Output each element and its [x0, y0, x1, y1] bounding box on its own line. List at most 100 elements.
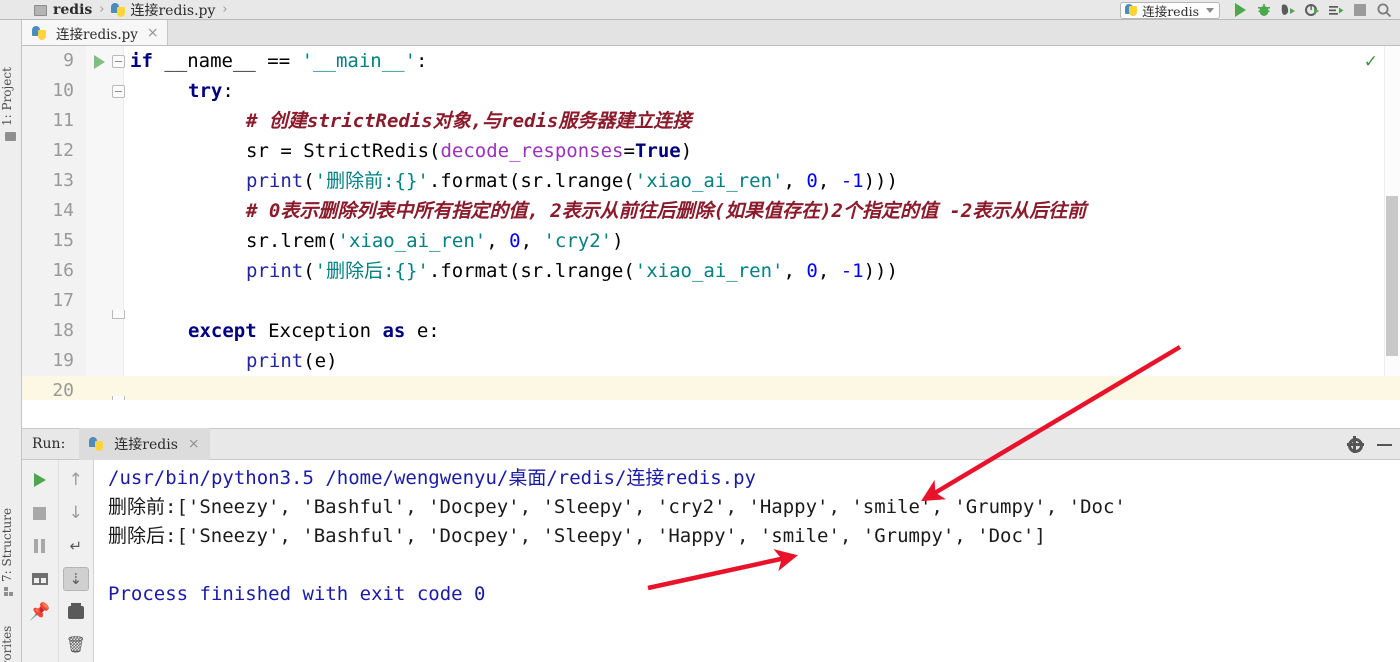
code-line[interactable]: 13 print('删除前:{}'.format(sr.lrange('xiao_… [22, 166, 1400, 196]
close-icon[interactable]: × [147, 25, 159, 41]
line-number: 20 [22, 376, 86, 400]
console-output[interactable]: /usr/bin/python3.5 /home/wengwenyu/桌面/re… [94, 460, 1400, 662]
run-tool-window: Run: 连接redis × 📌 ↑ ↓ ↵ ⇣ 🗑 /usr/bin/pyth… [22, 400, 1400, 662]
gear-icon[interactable] [1346, 436, 1364, 453]
run-configuration-label: 连接redis [1142, 3, 1199, 19]
play-icon [1234, 3, 1246, 17]
pin-icon: 📌 [29, 601, 51, 622]
profile-button[interactable] [1300, 0, 1324, 20]
rerun-button[interactable] [27, 468, 53, 492]
console-line: Process finished with exit code 0 [108, 583, 486, 605]
code-text: try: [188, 80, 234, 102]
sidebar-item-favorites[interactable]: Favorites [0, 606, 22, 662]
fold-toggle-if[interactable] [112, 55, 125, 68]
sidebar-item-structure[interactable]: 7: Structure [0, 472, 22, 582]
project-folder-icon [5, 132, 16, 141]
breadcrumb-project-label: redis [53, 1, 93, 18]
structure-icon [4, 586, 14, 596]
print-button[interactable] [63, 600, 89, 624]
code-line[interactable]: 10 try: [22, 76, 1400, 106]
left-tool-strip: 1: Project 7: Structure Favorites [0, 20, 22, 662]
line-number: 18 [22, 316, 86, 346]
fold-end-try [112, 310, 125, 319]
minimize-icon[interactable] [1377, 444, 1392, 446]
bug-icon [1258, 4, 1270, 16]
code-text: sr = StrictRedis(decode_responses=True) [246, 140, 693, 162]
search-button[interactable] [1372, 0, 1396, 20]
code-line[interactable]: 11 # 创建strictRedis对象,与redis服务器建立连接 [22, 106, 1400, 136]
run-tab[interactable]: 连接redis × [79, 428, 210, 460]
debug-button[interactable] [1252, 0, 1276, 20]
code-text: if __name__ == '__main__': [130, 50, 428, 72]
code-text: sr.lrem('xiao_ai_ren', 0, 'cry2') [246, 230, 624, 252]
line-number: 16 [22, 256, 86, 286]
scroll-to-end-icon: ⇣ [69, 569, 83, 588]
code-text: except Exception as e: [188, 320, 440, 342]
breadcrumb-file-label: 连接redis.py [130, 2, 216, 19]
run-window-header-actions [1346, 429, 1392, 461]
editor-tab-label: 连接redis.py [56, 26, 138, 43]
console-line: /usr/bin/python3.5 /home/wengwenyu/桌面/re… [108, 467, 756, 489]
play-icon [33, 473, 46, 487]
editor-tab[interactable]: 连接redis.py × [22, 20, 168, 45]
python-file-icon [32, 25, 46, 40]
stop-icon [1354, 4, 1366, 16]
code-line[interactable]: 17 [22, 286, 1400, 316]
run-coverage-button[interactable] [1276, 0, 1300, 20]
console-line: 删除后:['Sneezy', 'Bashful', 'Docpey', 'Sle… [108, 525, 1046, 547]
code-text: # 0表示删除列表中所有指定的值, 2表示从前往后删除(如果值存在)2个指定的值… [246, 200, 1087, 222]
python-config-icon [1125, 4, 1138, 16]
code-line[interactable]: 18 except Exception as e: [22, 316, 1400, 346]
line-number: 15 [22, 226, 86, 256]
chevron-down-icon [1206, 7, 1214, 13]
profile-icon [1304, 4, 1319, 16]
code-text: # 创建strictRedis对象,与redis服务器建立连接 [246, 110, 692, 132]
layout-button[interactable] [27, 567, 53, 591]
folder-icon [34, 4, 47, 16]
run-configuration-selector[interactable]: 连接redis [1120, 1, 1220, 19]
run-button[interactable] [1228, 0, 1252, 20]
run-tab-label: 连接redis [114, 437, 178, 453]
breadcrumb-project[interactable]: redis [34, 2, 92, 18]
attach-icon [1328, 6, 1343, 15]
next-occurrence-button[interactable]: ↓ [63, 501, 89, 525]
line-number: 17 [22, 286, 86, 316]
pause-icon [33, 539, 46, 553]
clear-all-button[interactable]: 🗑 [63, 633, 89, 657]
run-line-marker-icon[interactable] [94, 55, 105, 69]
stop-button[interactable] [1348, 0, 1372, 20]
line-number: 14 [22, 196, 86, 226]
code-text: print('删除前:{}'.format(sr.lrange('xiao_ai… [246, 170, 898, 192]
soft-wrap-button[interactable]: ↵ [63, 534, 89, 558]
fold-toggle-try[interactable] [112, 85, 125, 98]
code-line[interactable]: 9 if __name__ == '__main__': [22, 46, 1400, 76]
pause-output-button[interactable] [27, 534, 53, 558]
code-editor[interactable]: ✓ 9 if __name__ == '__main__': 10 try: 11 # 创… [22, 46, 1400, 400]
previous-occurrence-button[interactable]: ↑ [63, 468, 89, 492]
run-toolbar-column-right: ↑ ↓ ↵ ⇣ 🗑 [57, 460, 94, 662]
scroll-to-end-button[interactable]: ⇣ [62, 567, 89, 591]
line-number: 12 [22, 136, 86, 166]
pin-tab-button[interactable]: 📌 [27, 600, 53, 624]
soft-wrap-icon: ↵ [69, 536, 83, 555]
line-number: 19 [22, 346, 86, 376]
breadcrumb-file[interactable]: 连接redis.py [111, 0, 216, 19]
stop-process-button[interactable] [27, 501, 53, 525]
code-line[interactable]: 12 sr = StrictRedis(decode_responses=True… [22, 136, 1400, 166]
code-line[interactable]: 15 sr.lrem('xiao_ai_ren', 0, 'cry2') [22, 226, 1400, 256]
close-icon[interactable]: × [188, 436, 200, 452]
sidebar-item-project[interactable]: 1: Project [0, 46, 22, 126]
pycharm-window: redis › 连接redis.py › 连接redis 1: Project … [0, 0, 1400, 662]
attach-button[interactable] [1324, 0, 1348, 20]
coverage-icon [1281, 4, 1295, 15]
python-file-icon [89, 437, 104, 451]
editor-tab-bar: 连接redis.py × [22, 20, 1400, 46]
code-line[interactable]: 16 print('删除后:{}'.format(sr.lrange('xiao_… [22, 256, 1400, 286]
code-line[interactable]: 20 [22, 376, 1400, 400]
breadcrumb-separator-2: › [222, 2, 228, 17]
run-tool-window-header: Run: 连接redis × [22, 428, 1400, 460]
arrow-up-icon: ↑ [68, 469, 83, 490]
code-line[interactable]: 19 print(e) [22, 346, 1400, 376]
code-line[interactable]: 14 # 0表示删除列表中所有指定的值, 2表示从前往后删除(如果值存在)2个指定… [22, 196, 1400, 226]
